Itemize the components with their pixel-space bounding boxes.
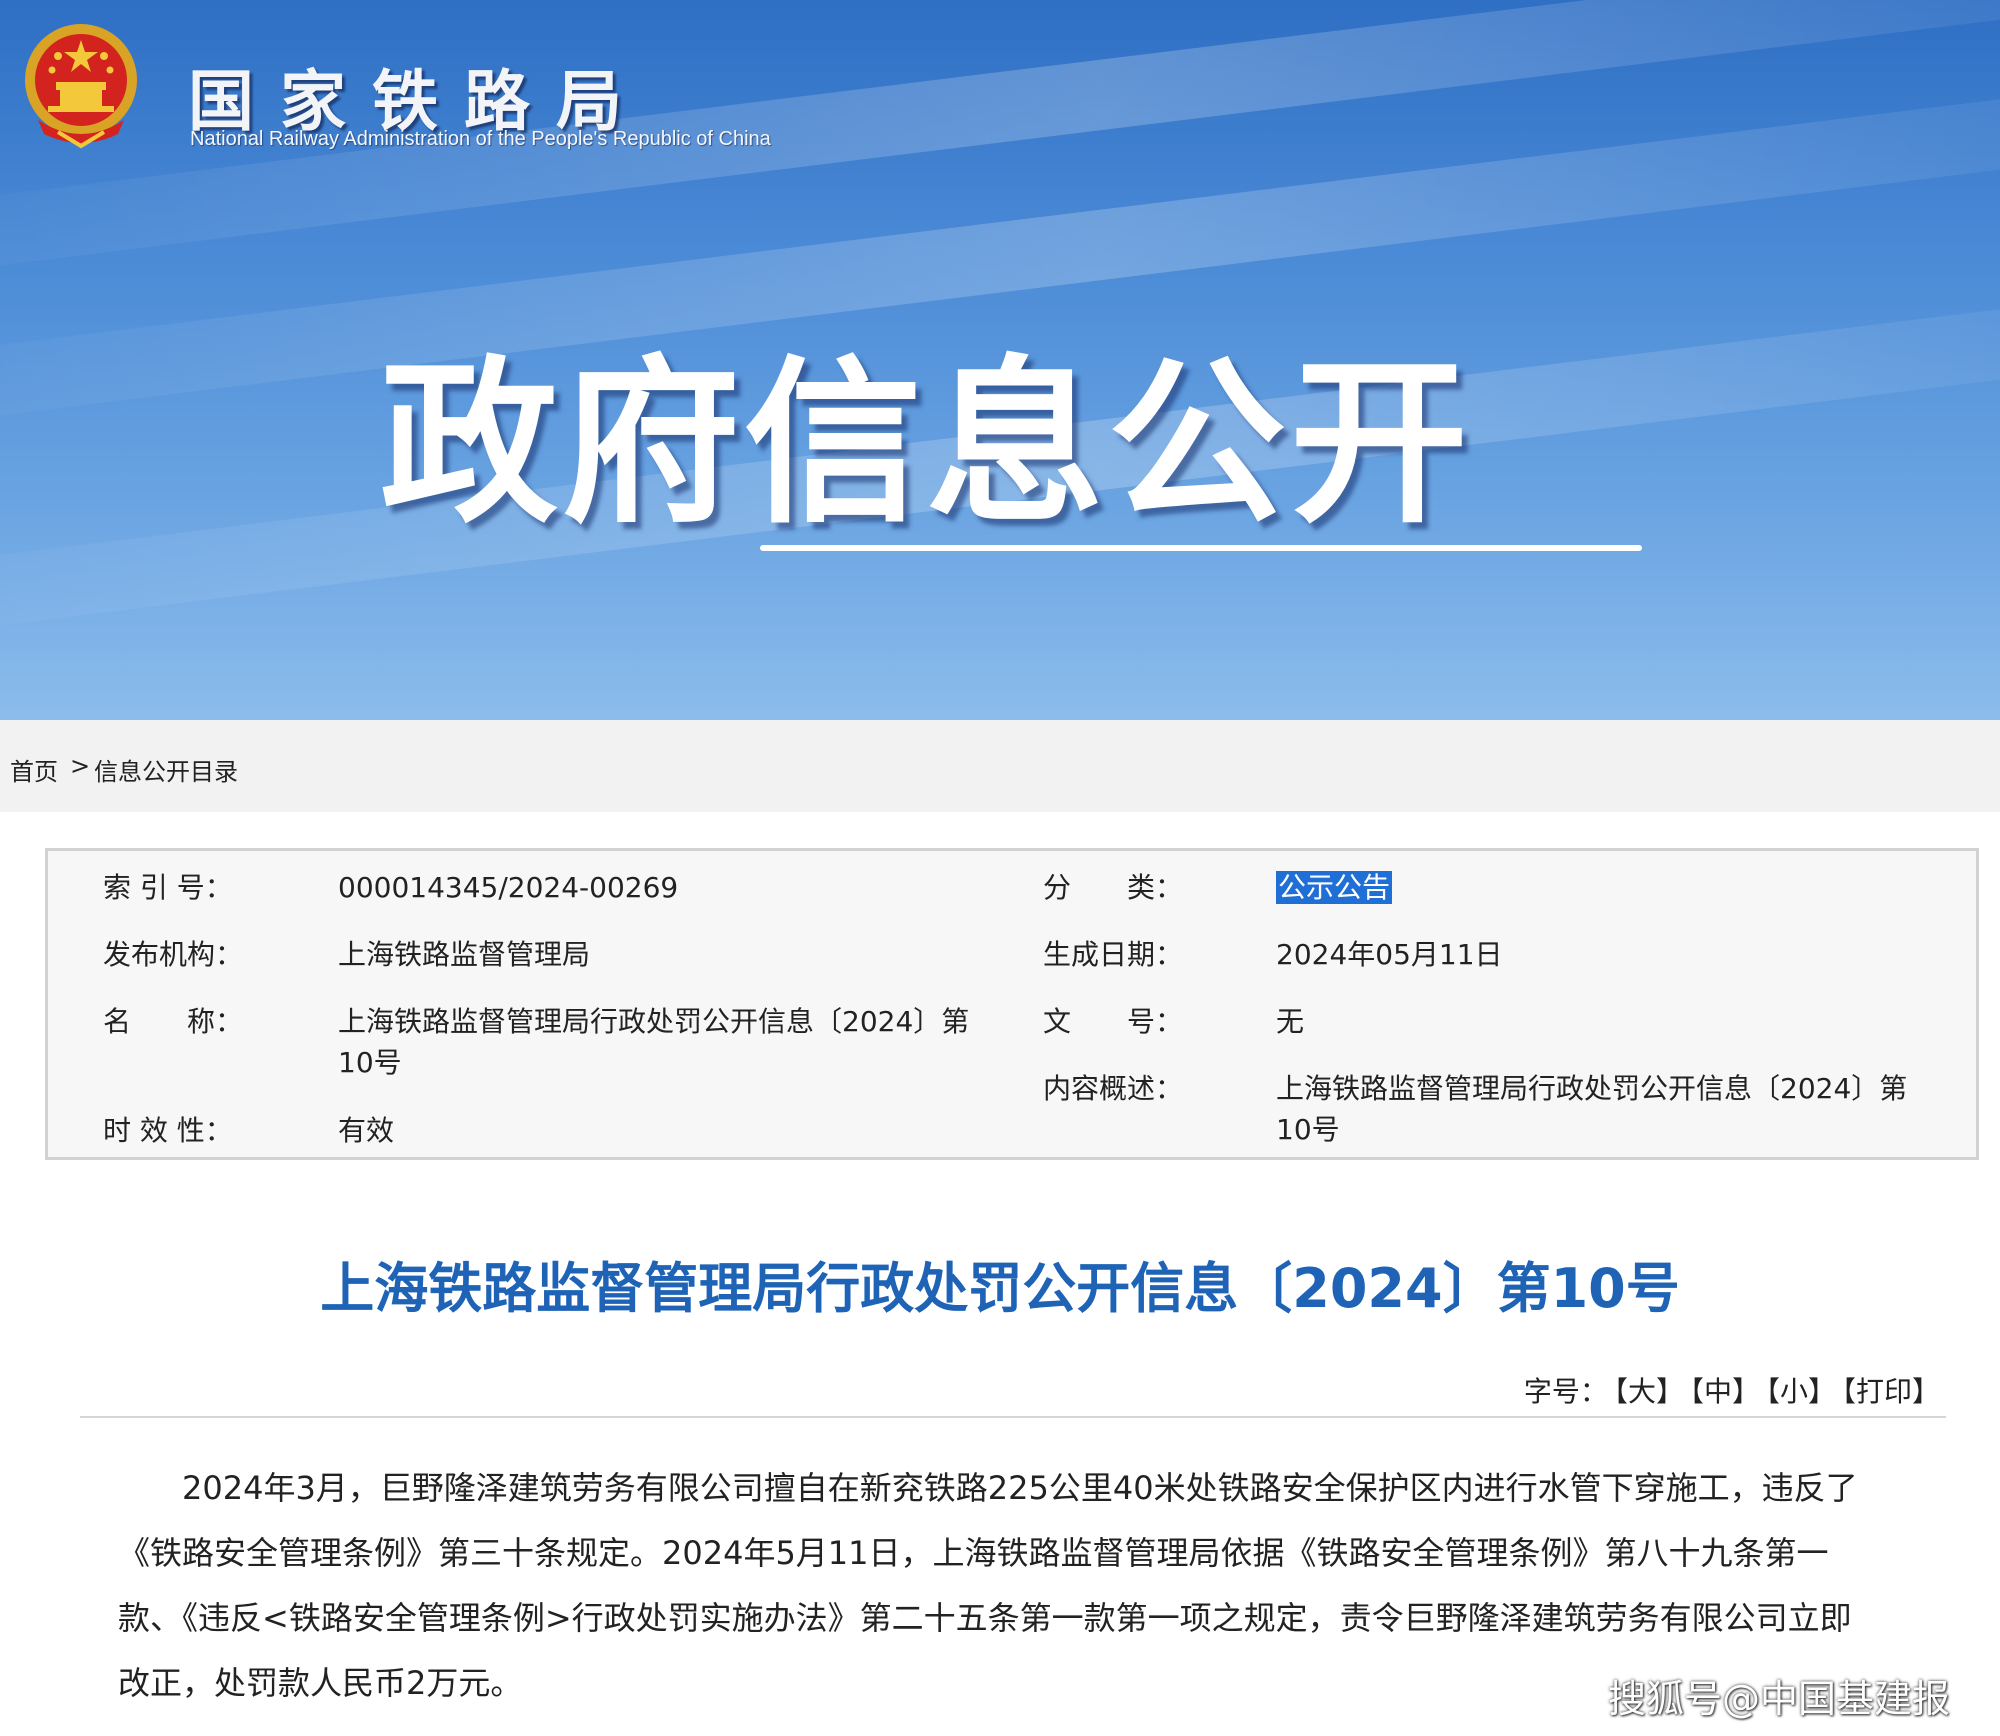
banner-underline xyxy=(760,545,1642,551)
font-medium-button[interactable]: 【中】 xyxy=(1690,1375,1760,1408)
breadcrumb-home-link[interactable]: 首页 xyxy=(10,752,58,787)
watermark: 搜狐号@中国基建报 xyxy=(1607,1677,1950,1721)
meta-name-value-line2: 10号 xyxy=(338,1046,402,1079)
brand-name-en: National Railway Administration of the P… xyxy=(190,128,771,150)
meta-index-label: 索 引 号： xyxy=(103,871,233,904)
meta-validity-value: 有效 xyxy=(338,1114,395,1147)
font-small-button[interactable]: 【小】 xyxy=(1766,1375,1836,1408)
meta-date-label: 生成日期： xyxy=(1043,938,1184,971)
meta-name-label: 名 称： xyxy=(103,1005,244,1038)
breadcrumb: 首页 > 信息公开目录 xyxy=(0,720,2000,812)
font-size-controls: 字号： 【大】 【中】 【小】 【打印】 xyxy=(1518,1370,1940,1410)
body-line: 2024年3月，巨野隆泽建筑劳务有限公司擅自在新兖铁路225公里40米处铁路安全… xyxy=(182,1469,1858,1507)
meta-docno-value: 无 xyxy=(1276,1005,1305,1038)
meta-summary-value-line1: 上海铁路监督管理局行政处罚公开信息〔2024〕第 xyxy=(1276,1072,1908,1105)
meta-validity-label: 时 效 性： xyxy=(103,1114,233,1147)
font-size-label: 字号： xyxy=(1523,1375,1608,1408)
meta-publisher-value: 上海铁路监督管理局 xyxy=(338,938,591,971)
article-title: 上海铁路监督管理局行政处罚公开信息〔2024〕第10号 xyxy=(320,1257,1680,1320)
font-large-button[interactable]: 【大】 xyxy=(1614,1375,1684,1408)
banner-title: 政府信息公开 xyxy=(380,340,1472,547)
meta-category-label: 分 类： xyxy=(1043,871,1184,904)
breadcrumb-current-link[interactable]: 信息公开目录 xyxy=(94,752,238,787)
breadcrumb-separator: > xyxy=(70,752,91,780)
body-line: 款、《违反<铁路安全管理条例>行政处罚实施办法》第二十五条第一款第一项之规定，责… xyxy=(118,1599,1852,1637)
meta-summary-value-line2: 10号 xyxy=(1276,1113,1340,1146)
content-divider xyxy=(80,1416,1946,1418)
header-banner: 国家铁路局 National Railway Administration of… xyxy=(0,0,2000,720)
meta-docno-label: 文 号： xyxy=(1043,1005,1184,1038)
meta-name-value-line1: 上海铁路监督管理局行政处罚公开信息〔2024〕第 xyxy=(338,1005,970,1038)
document-meta-table: 索 引 号： 000014345/2024-00269 分 类： 公示公告 发布… xyxy=(45,848,1979,1160)
meta-index-value: 000014345/2024-00269 xyxy=(338,871,679,904)
meta-category-value[interactable]: 公示公告 xyxy=(1276,871,1393,904)
print-button[interactable]: 【打印】 xyxy=(1842,1375,1940,1408)
meta-publisher-label: 发布机构： xyxy=(103,938,244,971)
meta-date-value: 2024年05月11日 xyxy=(1276,938,1503,971)
meta-summary-label: 内容概述： xyxy=(1043,1072,1184,1105)
national-emblem-icon[interactable] xyxy=(18,20,144,150)
body-line: 《铁路安全管理条例》第三十条规定。2024年5月11日，上海铁路监督管理局依据《… xyxy=(118,1534,1829,1572)
